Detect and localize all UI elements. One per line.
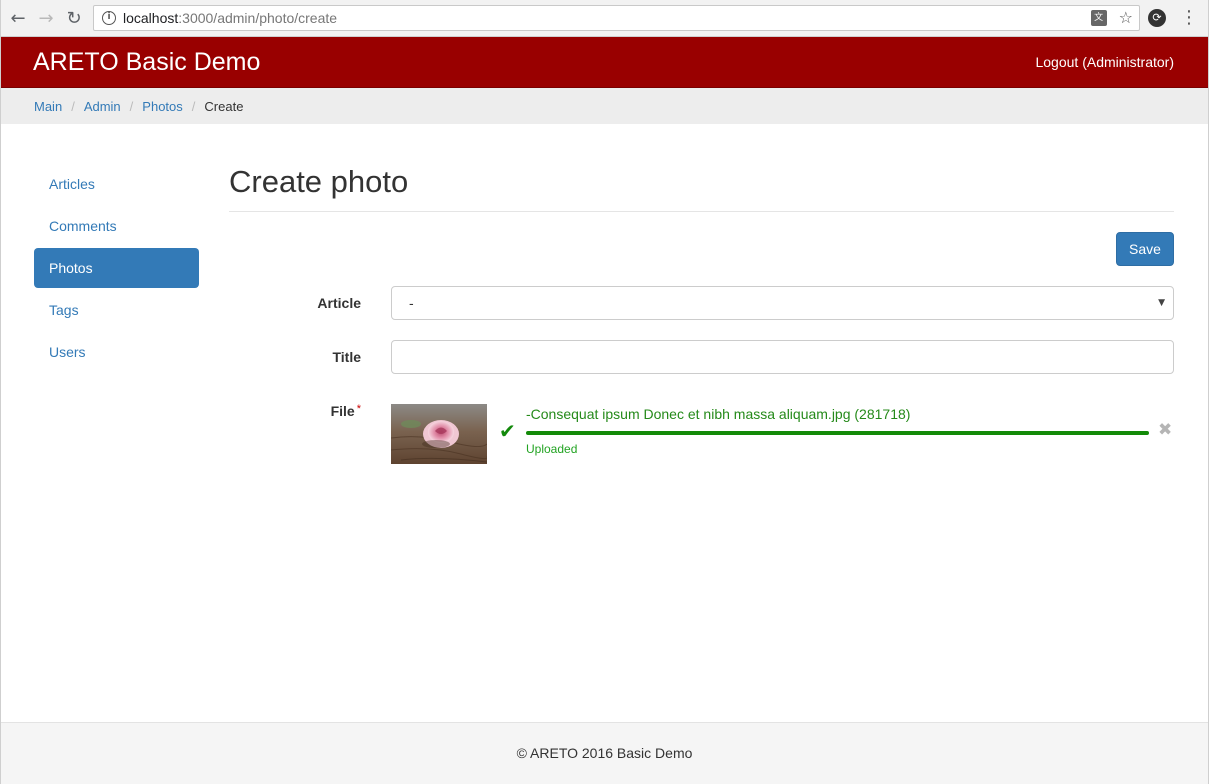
translate-icon[interactable]: 文 — [1090, 10, 1107, 26]
breadcrumb-current: Create — [204, 98, 244, 114]
upload-status: Uploaded — [526, 442, 578, 456]
article-select[interactable]: - ▼ — [391, 286, 1174, 320]
breadcrumb-photos[interactable]: Photos — [142, 99, 182, 114]
sidebar: Articles Comments Photos Tags Users — [34, 164, 199, 374]
sidebar-item-photos[interactable]: Photos — [34, 248, 199, 288]
sidebar-item-users[interactable]: Users — [34, 332, 199, 372]
info-icon[interactable]: i — [102, 11, 116, 25]
address-bar[interactable]: i localhost:3000/admin/photo/create 文 ☆ — [93, 5, 1140, 31]
footer: © ARETO 2016 Basic Demo — [0, 722, 1209, 784]
upload-progress-fill — [526, 431, 1149, 435]
title-input[interactable] — [391, 340, 1174, 374]
breadcrumb-admin[interactable]: Admin — [84, 99, 121, 114]
breadcrumb-main[interactable]: Main — [34, 99, 62, 114]
sidebar-item-comments[interactable]: Comments — [34, 206, 199, 246]
footer-text: © ARETO 2016 Basic Demo — [516, 745, 693, 761]
back-arrow-icon[interactable]: ← — [7, 7, 29, 29]
brand-link[interactable]: ARETO Basic Demo — [33, 48, 260, 77]
breadcrumb-separator: / — [191, 98, 196, 114]
extension-icon[interactable]: ⟳ — [1148, 9, 1166, 27]
file-label: File * — [300, 403, 361, 419]
article-label: Article — [317, 295, 361, 311]
logout-link[interactable]: Logout (Administrator) — [1035, 54, 1174, 70]
menu-icon[interactable]: ⋮ — [1180, 6, 1198, 30]
breadcrumb: Main / Admin / Photos / Create — [0, 88, 1209, 124]
star-icon[interactable]: ☆ — [1119, 9, 1133, 27]
article-selected-value: - — [409, 295, 414, 311]
sidebar-item-tags[interactable]: Tags — [34, 290, 199, 330]
file-label-text: File — [330, 403, 355, 419]
uploaded-file-name: -Consequat ipsum Donec et nibh massa ali… — [526, 406, 911, 422]
page-title: Create photo — [229, 164, 409, 199]
reload-icon[interactable]: ↻ — [63, 7, 85, 29]
breadcrumb-separator: / — [71, 98, 75, 114]
breadcrumb-separator: / — [129, 98, 134, 114]
remove-icon[interactable]: ✖ — [1158, 421, 1172, 439]
forward-arrow-icon[interactable]: → — [35, 7, 57, 29]
title-label: Title — [332, 349, 361, 365]
required-marker: * — [356, 403, 361, 415]
url-text: localhost:3000/admin/photo/create — [123, 10, 337, 26]
check-icon: ✔ — [499, 419, 516, 443]
url-path: :3000/admin/photo/create — [178, 10, 338, 26]
url-host: localhost — [123, 10, 179, 26]
uploaded-photo-thumbnail — [391, 404, 487, 464]
browser-toolbar: ← → ↻ i localhost:3000/admin/photo/creat… — [0, 0, 1209, 37]
upload-progress-bar — [526, 431, 1149, 435]
sidebar-item-articles[interactable]: Articles — [34, 164, 199, 204]
title-divider — [229, 211, 1174, 212]
rose-photo-image — [391, 404, 487, 464]
top-navbar: ARETO Basic Demo Logout (Administrator) — [0, 37, 1209, 88]
save-button[interactable]: Save — [1116, 232, 1174, 266]
caret-down-icon: ▼ — [1158, 298, 1165, 308]
